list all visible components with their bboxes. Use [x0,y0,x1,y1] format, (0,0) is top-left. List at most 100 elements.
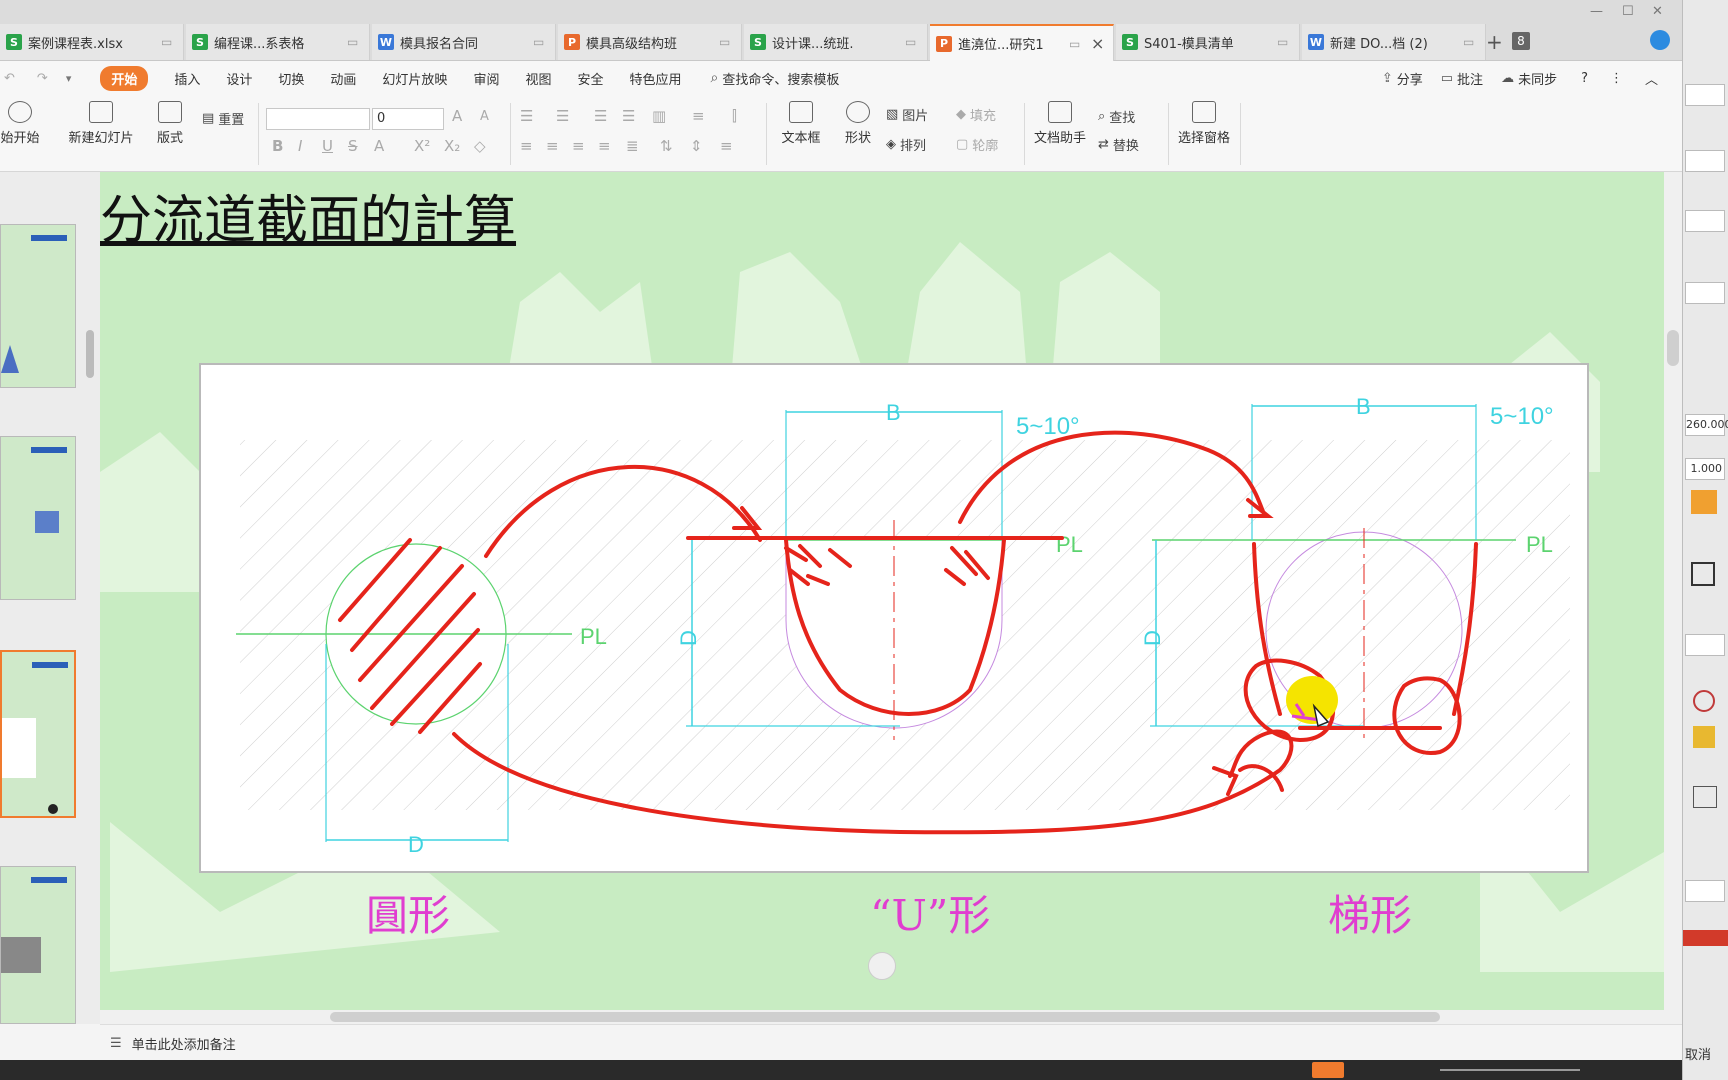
horizontal-scroll-thumb[interactable] [330,1012,1440,1022]
menu-item[interactable]: 切换 [278,69,304,88]
undo-icon[interactable]: ↶ [4,71,15,86]
strikethrough-icon[interactable]: S [348,137,358,155]
doc-helper-button[interactable]: 文档助手 [1030,101,1090,146]
underline-icon[interactable]: U [322,137,333,155]
tool-icon[interactable] [1693,726,1715,748]
font-color-icon[interactable]: A [374,137,384,155]
select-pane-button[interactable]: 选择窗格 [1174,101,1234,146]
paragraph-icon[interactable]: ⇅ [660,137,673,155]
menu-item[interactable]: 开始 [100,65,149,91]
close-window-icon[interactable]: ✕ [1652,4,1663,19]
collapse-ribbon-icon[interactable]: ︿ [1645,69,1658,88]
tab-close-icon[interactable]: × [1091,34,1105,53]
minimize-icon[interactable]: — [1590,4,1603,19]
spacing-icon[interactable]: ≡ [720,137,733,155]
menu-item[interactable]: 审阅 [473,69,499,88]
start-show-button[interactable]: 始开始 [0,101,40,146]
textbox-button[interactable]: 文本框 [774,101,828,146]
right-panel-value-2[interactable]: 1.000 [1685,458,1725,480]
search-icon[interactable]: ⌕ [711,70,719,86]
label-circle[interactable]: 圓形 [366,882,450,943]
slide-thumbnail[interactable] [0,866,76,1024]
slide-thumbnail[interactable] [0,436,76,600]
document-tab[interactable]: S S401-模具清单 ▭ [1116,24,1300,60]
line-spacing-icon[interactable]: ≡ [692,107,705,125]
numbered-list-icon[interactable]: ☰ [556,107,569,125]
picture-button[interactable]: ▧ 图片 [886,105,928,124]
bullet-list-icon[interactable]: ☰ [520,107,533,125]
share-button[interactable]: 分享 [1397,69,1423,88]
label-trapezoid[interactable]: 梯形 [1328,882,1412,943]
menu-item[interactable]: 幻灯片放映 [382,69,447,88]
notes-pane[interactable]: ☰ 单击此处添加备注 [100,1024,1682,1061]
sync-button[interactable]: 未同步 [1518,69,1557,88]
tool-icon[interactable] [1693,690,1715,712]
square-tool-icon[interactable] [1691,562,1715,586]
quick-access-dropdown-icon[interactable]: ▾ [66,72,72,85]
right-panel-input[interactable] [1685,150,1725,172]
comment-icon[interactable]: ▭ [1441,71,1453,86]
superscript-icon[interactable]: X² [414,137,430,155]
align-left-icon[interactable]: ≡ [520,137,533,155]
right-panel-select[interactable] [1685,282,1725,304]
axis-icon[interactable] [1691,490,1717,514]
document-tab[interactable]: S 编程课...系表格 ▭ [186,24,370,60]
indent-increase-icon[interactable]: ☰ [622,107,635,125]
find-button[interactable]: ⌕ 查找 [1098,107,1135,126]
thumbnail-scrollbar[interactable] [86,330,94,378]
tab-count-badge[interactable]: 8 [1512,32,1530,50]
slide-thumbnail-selected[interactable] [0,650,76,818]
clear-format-icon[interactable]: ◇ [474,137,486,155]
right-panel-value-1[interactable]: 260.000 [1685,414,1728,436]
distribute-icon[interactable]: ≣ [626,137,639,155]
fill-button[interactable]: ◆ 填充 [956,105,996,124]
columns-icon[interactable]: ▥ [652,107,666,125]
arrange-button[interactable]: ◈ 排列 [886,135,926,154]
slide-thumbnail[interactable] [0,224,76,388]
more-icon[interactable]: ⋮ [1610,71,1623,86]
redo-icon[interactable]: ↷ [37,71,48,86]
line-space-icon[interactable]: ⇕ [690,137,703,155]
menu-item[interactable]: 插入 [174,69,200,88]
vertical-scroll-thumb[interactable] [1667,330,1679,366]
document-tab[interactable]: W 新建 DO...档 (2) ▭ [1302,24,1486,60]
reset-button[interactable]: ▤ 重置 [202,109,244,128]
align-center-icon[interactable]: ≡ [546,137,559,155]
document-tab[interactable]: W 模具报名合同 ▭ [372,24,556,60]
comment-button[interactable]: 批注 [1457,69,1483,88]
vertical-scrollbar[interactable] [1664,172,1682,1024]
document-tab[interactable]: P 模具高级结构班 ▭ [558,24,742,60]
justify-icon[interactable]: ≡ [598,137,611,155]
text-direction-icon[interactable]: ⫿ [732,107,737,125]
menu-item[interactable]: 设计 [226,69,252,88]
font-size-select[interactable]: 0 [372,108,444,130]
notes-placeholder[interactable]: 单击此处添加备注 [132,1034,236,1053]
right-panel-select[interactable] [1685,880,1725,902]
decrease-font-icon[interactable]: A [480,109,489,124]
document-tab[interactable]: P 進澆位...研究1 ▭ × [930,24,1114,61]
shape-button[interactable]: 形状 [836,101,880,146]
replace-button[interactable]: ⇄ 替换 [1098,135,1139,154]
help-icon[interactable]: ? [1581,71,1588,86]
document-tab[interactable]: S 案例课程表.xlsx ▭ [0,24,184,60]
indent-decrease-icon[interactable]: ☰ [594,107,607,125]
zoom-slider[interactable] [1440,1069,1580,1071]
new-tab-icon[interactable]: + [1486,30,1503,54]
layout-button[interactable]: 版式 [150,101,190,146]
outline-button[interactable]: ▢ 轮廓 [956,135,998,154]
label-u-shape[interactable]: “U”形 [870,882,990,943]
command-search[interactable]: 查找命令、搜索模板 [722,69,839,88]
cloud-icon[interactable] [1650,30,1670,50]
menu-item[interactable]: 安全 [577,69,603,88]
bold-icon[interactable]: B [272,137,283,155]
document-tab[interactable]: S 设计课...统班. ▭ [744,24,928,60]
right-panel-select[interactable] [1685,210,1725,232]
italic-icon[interactable]: I [298,137,302,155]
menu-item[interactable]: 动画 [330,69,356,88]
right-panel-select[interactable] [1685,634,1725,656]
sync-icon[interactable]: ☁ [1501,71,1514,86]
share-icon[interactable]: ⇪ [1382,71,1393,86]
menu-item[interactable]: 特色应用 [629,69,681,88]
new-slide-button[interactable]: 新建幻灯片 [62,101,140,146]
increase-font-icon[interactable]: A [452,107,462,125]
